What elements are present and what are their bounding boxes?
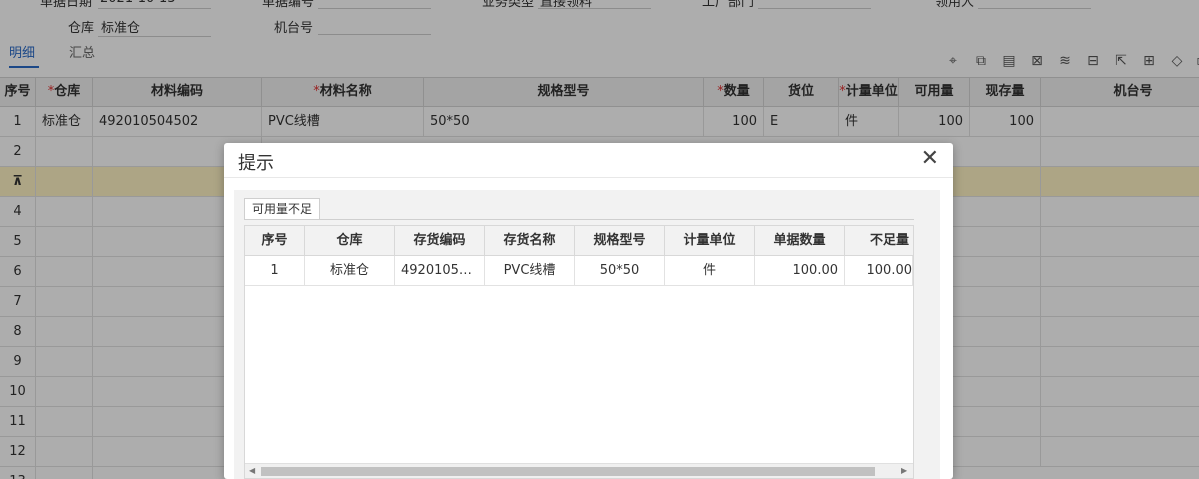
- col-seq: 序号: [245, 226, 305, 256]
- col-warehouse: 仓库: [305, 226, 395, 256]
- col-bill-qty: 单据数量: [755, 226, 845, 256]
- col-spec: 规格型号: [575, 226, 665, 256]
- close-icon[interactable]: ✕: [921, 146, 939, 171]
- scrollbar-thumb[interactable]: [261, 467, 875, 476]
- col-unit: 计量单位: [665, 226, 755, 256]
- col-shortage: 不足量: [845, 226, 913, 256]
- cell-bill-qty: 100.00: [755, 256, 845, 285]
- scroll-right-icon[interactable]: ▶: [901, 466, 907, 475]
- horizontal-scrollbar[interactable]: ◀ ▶: [245, 463, 913, 478]
- shortage-table-header: 序号 仓库 存货编码 存货名称 规格型号 计量单位 单据数量 不足量: [245, 226, 913, 256]
- cell-warehouse: 标准仓: [305, 256, 395, 285]
- cell-spec: 50*50: [575, 256, 665, 285]
- cell-unit: 件: [665, 256, 755, 285]
- col-code: 存货编码: [395, 226, 485, 256]
- cell-shortage: 100.00: [845, 256, 913, 285]
- dialog-divider: [224, 177, 953, 178]
- table-row[interactable]: 1 标准仓 492010504502 PVC线槽 50*50 件 100.00 …: [245, 256, 913, 286]
- tab-underline: [244, 219, 914, 220]
- cell-seq: 1: [245, 256, 305, 285]
- shortage-table: 序号 仓库 存货编码 存货名称 规格型号 计量单位 单据数量 不足量 1 标准仓…: [244, 225, 914, 479]
- scroll-left-icon[interactable]: ◀: [249, 466, 255, 475]
- cell-code: 492010504502: [395, 256, 485, 285]
- insufficient-stock-dialog: 提示 ✕ 可用量不足 序号 仓库 存货编码 存货名称 规格型号 计量单位 单据数…: [224, 143, 953, 479]
- tab-insufficient-available[interactable]: 可用量不足: [244, 198, 321, 220]
- col-name: 存货名称: [485, 226, 575, 256]
- dialog-title: 提示: [238, 153, 274, 174]
- dialog-body: 可用量不足 序号 仓库 存货编码 存货名称 规格型号 计量单位 单据数量 不足量…: [234, 190, 940, 479]
- cell-name: PVC线槽: [485, 256, 575, 285]
